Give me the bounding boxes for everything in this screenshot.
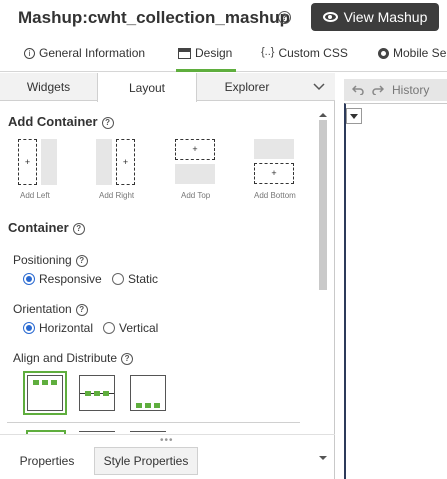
container-heading: Container? xyxy=(8,220,85,235)
radio-indicator xyxy=(23,273,35,285)
tab-general-information[interactable]: i General Information xyxy=(24,46,145,72)
tab-design[interactable]: Design xyxy=(176,46,237,72)
panel-scrollbar[interactable] xyxy=(316,113,330,462)
radio-vertical[interactable]: Vertical xyxy=(103,321,158,335)
plus-icon: + xyxy=(116,139,135,185)
radio-indicator xyxy=(112,273,124,285)
help-icon[interactable]: ? xyxy=(75,254,88,267)
panel-tab-bar: Widgets Layout Explorer xyxy=(0,73,335,102)
align-mark xyxy=(94,391,100,396)
chevron-down-icon[interactable] xyxy=(346,108,362,124)
help-icon[interactable]: ? xyxy=(121,352,134,365)
plus-icon: + xyxy=(175,139,215,160)
tab-style-properties[interactable]: Style Properties xyxy=(94,447,198,475)
align-mark xyxy=(51,380,57,385)
tab-layout[interactable]: Layout xyxy=(97,73,197,102)
add-left-button[interactable]: + xyxy=(17,139,59,185)
top-tab-bar: i General Information Design {..} Custom… xyxy=(0,40,447,72)
history-toolbar: History xyxy=(344,79,447,101)
history-label[interactable]: History xyxy=(392,83,429,97)
scroll-up-icon[interactable] xyxy=(319,113,327,117)
orientation-label: Orientation xyxy=(13,302,72,316)
mashup-name: cwht_collection_mashup xyxy=(87,8,291,27)
gear-icon xyxy=(378,48,389,59)
radio-label: Responsive xyxy=(39,272,102,286)
existing-container xyxy=(175,164,215,184)
chevron-down-icon[interactable] xyxy=(312,79,326,93)
add-bottom-button[interactable]: + xyxy=(254,139,296,185)
add-left-caption: Add Left xyxy=(20,191,50,200)
help-icon[interactable]: ? xyxy=(278,11,291,24)
align-mark xyxy=(136,403,142,408)
align-bottom-button[interactable] xyxy=(130,375,166,411)
align-mark xyxy=(33,380,39,385)
align-row-2-clipped xyxy=(22,427,322,434)
radio-indicator xyxy=(23,322,35,334)
section-divider xyxy=(7,422,300,423)
canvas-area[interactable] xyxy=(344,103,447,479)
align-top-button[interactable] xyxy=(23,371,67,415)
tab-mobile-settings[interactable]: Mobile Se xyxy=(378,46,446,72)
view-mashup-label: View Mashup xyxy=(343,9,428,25)
design-icon xyxy=(178,48,191,59)
add-right-caption: Add Right xyxy=(99,191,135,200)
add-container-heading: Add Container? xyxy=(8,114,114,129)
tab-explorer[interactable]: Explorer xyxy=(197,73,297,101)
radio-static[interactable]: Static xyxy=(112,272,158,286)
tab-properties[interactable]: Properties xyxy=(0,447,94,475)
align-heading: Align and Distribute? xyxy=(13,351,134,365)
positioning-label: Positioning xyxy=(13,253,72,267)
existing-container xyxy=(96,139,112,185)
title-prefix: Mashup: xyxy=(18,8,88,27)
tab-label: Custom CSS xyxy=(278,46,348,60)
radio-label: Horizontal xyxy=(39,321,94,335)
align-mark xyxy=(42,380,48,385)
help-icon[interactable]: ? xyxy=(72,222,85,235)
align-label: Align and Distribute xyxy=(13,351,118,365)
tab-label: Mobile Se xyxy=(393,46,447,60)
page-title: Mashup:cwht_collection_mashup xyxy=(18,8,290,28)
align-mark xyxy=(85,391,91,396)
tab-custom-css[interactable]: {..} Custom CSS xyxy=(261,46,348,72)
tab-widgets[interactable]: Widgets xyxy=(0,73,97,101)
help-icon[interactable]: ? xyxy=(101,116,114,129)
radio-label: Vertical xyxy=(119,321,159,335)
existing-container xyxy=(41,139,57,185)
align-middle-button[interactable] xyxy=(79,375,115,411)
plus-icon: + xyxy=(254,163,294,184)
tab-label: Design xyxy=(195,46,233,60)
add-right-button[interactable]: + xyxy=(96,139,138,185)
orientation-heading: Orientation? xyxy=(13,302,88,316)
splitter-grip-icon[interactable]: ••• xyxy=(160,435,174,446)
align-mark xyxy=(145,403,151,408)
scroll-thumb[interactable] xyxy=(319,120,327,290)
existing-container xyxy=(254,139,294,159)
help-icon[interactable]: ? xyxy=(75,303,88,316)
eye-icon xyxy=(322,12,338,22)
plus-icon: + xyxy=(18,139,37,185)
braces-icon: {..} xyxy=(261,46,275,58)
info-icon: i xyxy=(24,48,35,59)
view-mashup-button[interactable]: View Mashup xyxy=(311,3,439,31)
tab-label: General Information xyxy=(39,46,146,60)
redo-icon[interactable] xyxy=(372,85,384,95)
align-mark xyxy=(154,403,160,408)
radio-responsive[interactable]: Responsive xyxy=(23,272,102,286)
align-mark xyxy=(103,391,109,396)
radio-indicator xyxy=(103,322,115,334)
left-panel: Widgets Layout Explorer Add Container? +… xyxy=(0,73,335,479)
container-title: Container xyxy=(8,220,69,235)
add-top-caption: Add Top xyxy=(181,191,211,200)
undo-icon[interactable] xyxy=(352,85,364,95)
mashup-header: Mashup:cwht_collection_mashup ? View Mas… xyxy=(0,0,447,38)
right-panel: History xyxy=(336,73,447,479)
radio-horizontal[interactable]: Horizontal xyxy=(23,321,93,335)
properties-tab-bar: Properties Style Properties xyxy=(0,447,335,475)
radio-label: Static xyxy=(128,272,159,286)
add-top-button[interactable]: + xyxy=(175,139,217,185)
add-bottom-caption: Add Bottom xyxy=(254,191,296,200)
add-container-title: Add Container xyxy=(8,114,98,129)
positioning-heading: Positioning? xyxy=(13,253,88,267)
